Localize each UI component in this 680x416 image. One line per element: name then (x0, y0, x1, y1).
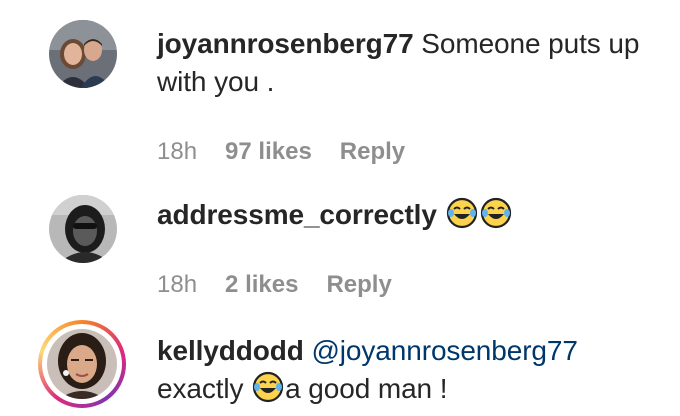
comment-username[interactable]: addressme_correctly (157, 199, 437, 230)
comment-3-text: kellyddodd @joyannrosenberg77 exactly a … (157, 332, 672, 408)
comment-body: a good man ! (285, 373, 448, 404)
comment-body: exactly (157, 373, 244, 404)
avatar-joyannrosenberg77[interactable] (49, 20, 117, 88)
comment-body: Someone puts up (421, 28, 640, 59)
comment-username[interactable]: kellyddodd (157, 335, 304, 366)
comment-time: 18h (157, 271, 198, 298)
mention-link[interactable]: @joyannrosenberg77 (311, 335, 577, 366)
comment-1-text: joyannrosenberg77 Someone puts up with y… (157, 25, 672, 101)
joy-emoji-icon (253, 371, 284, 403)
comment-likes[interactable]: 2 likes (225, 271, 298, 299)
avatar-photo-icon (49, 195, 117, 263)
comment-time: 18h (157, 138, 198, 165)
comment-2-meta: 18h 2 likes Reply (157, 271, 392, 299)
joy-emoji-icon (446, 197, 477, 229)
comment-username[interactable]: joyannrosenberg77 (157, 28, 414, 59)
comment-body: with you . (157, 66, 275, 97)
joy-emoji-icon (480, 197, 511, 229)
avatar-photo-icon (49, 20, 117, 88)
comment-1-meta: 18h 97 likes Reply (157, 138, 405, 166)
avatar-addressme_correctly[interactable] (49, 195, 117, 263)
reply-button[interactable]: Reply (340, 138, 405, 166)
avatar-kellyddodd[interactable] (47, 329, 117, 399)
comment-likes[interactable]: 97 likes (225, 138, 312, 166)
avatar-photo-icon (47, 329, 117, 399)
reply-button[interactable]: Reply (326, 271, 391, 299)
comment-2-text: addressme_correctly (157, 196, 672, 234)
